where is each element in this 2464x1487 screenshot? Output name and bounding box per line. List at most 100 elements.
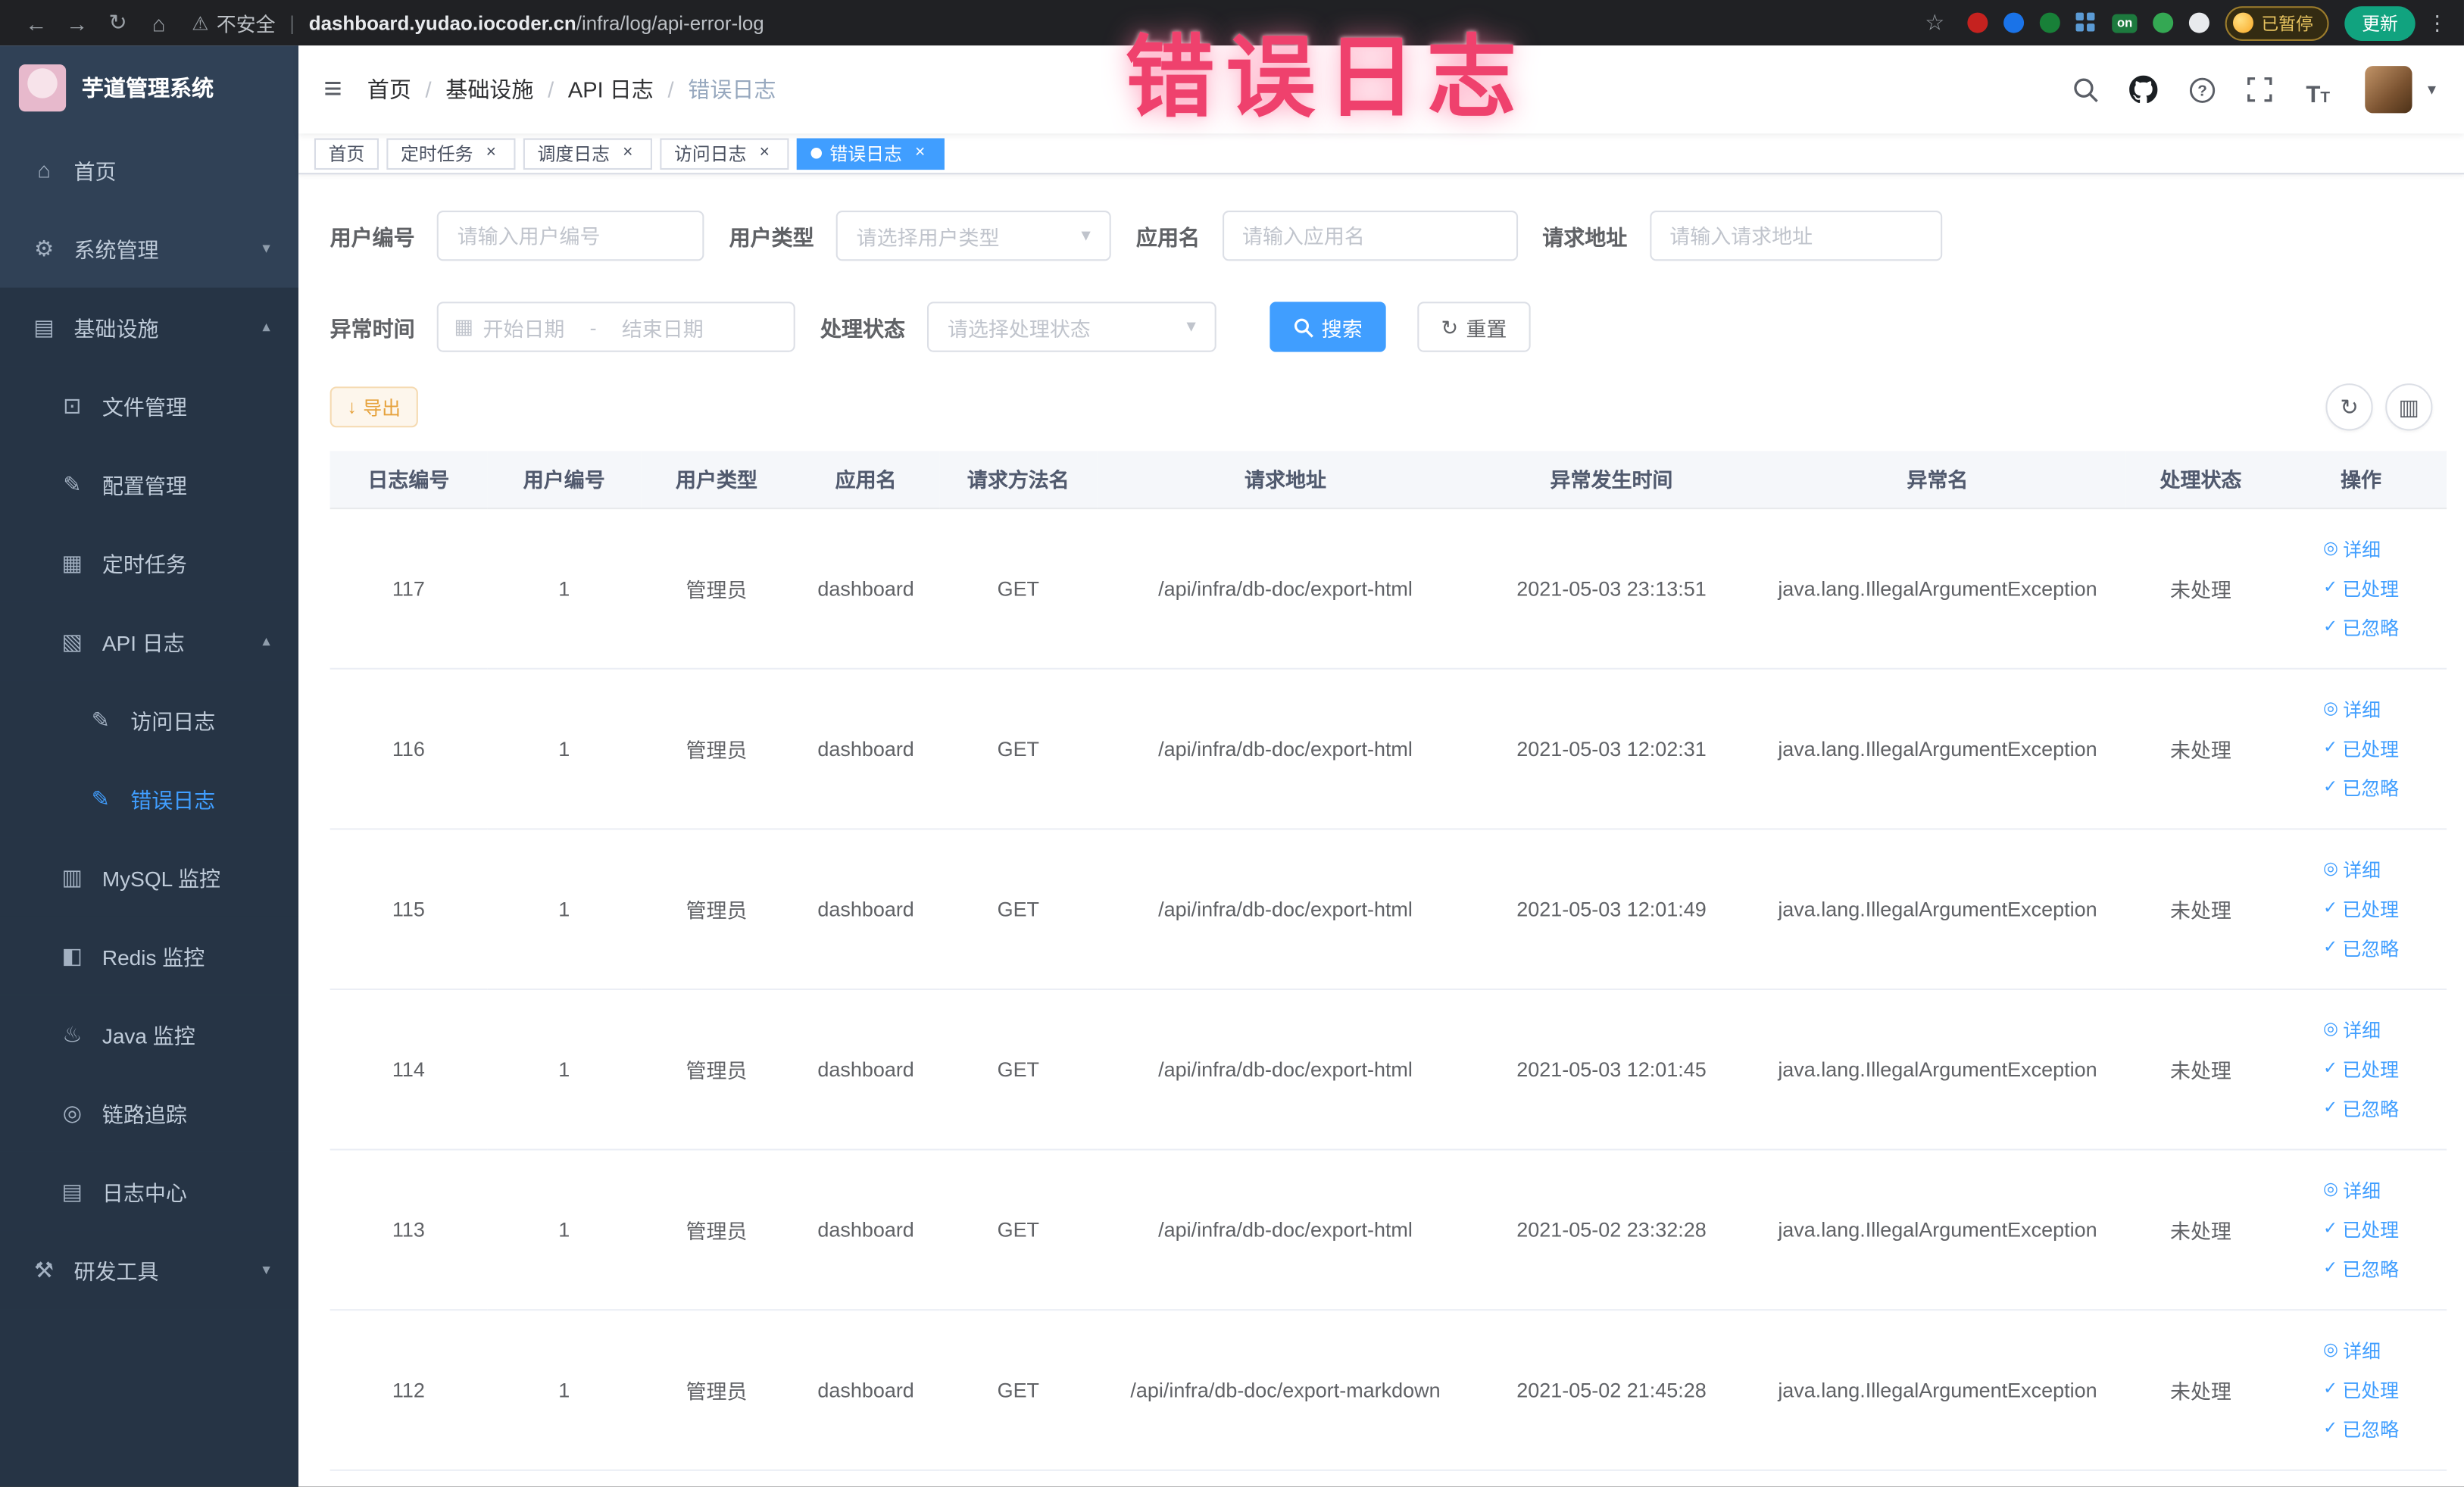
hamburger-icon[interactable]: ≡ <box>323 74 342 105</box>
sidebar-item-log-center[interactable]: ▤ 日志中心 <box>0 1151 299 1231</box>
app-name-input[interactable] <box>1222 210 1518 261</box>
action-ignored-link[interactable]: ✓ 已忽略 <box>2323 1089 2399 1128</box>
tag-item[interactable]: 定时任务 × <box>386 137 516 170</box>
close-icon[interactable]: × <box>910 143 930 164</box>
bookmark-star-icon[interactable]: ☆ <box>1914 9 1955 36</box>
action-processed-link[interactable]: ✓ 已处理 <box>2323 568 2399 608</box>
cell-user_type: 管理员 <box>641 508 792 669</box>
extension-icon-1[interactable] <box>1967 12 1988 33</box>
close-icon[interactable]: × <box>481 143 501 164</box>
sidebar-item-dev-tools[interactable]: ⚒ 研发工具 ▾ <box>0 1230 299 1310</box>
sidebar-item-config-management[interactable]: ✎ 配置管理 <box>0 445 299 523</box>
close-icon[interactable]: × <box>754 143 775 164</box>
sidebar-item-home[interactable]: ⌂ 首页 <box>0 130 298 209</box>
chevron-down-icon: ▾ <box>262 1261 270 1279</box>
font-size-icon[interactable]: TT <box>2300 72 2335 107</box>
extension-icon-3[interactable] <box>2040 12 2061 33</box>
extension-icon-4[interactable] <box>2076 12 2097 33</box>
user-id-input[interactable] <box>436 210 704 261</box>
search-icon <box>1294 317 1313 337</box>
request-url-input[interactable] <box>1649 210 1942 261</box>
action-detail-link[interactable]: ◎ 详细 <box>2323 1330 2381 1370</box>
help-icon[interactable]: ? <box>2184 72 2219 107</box>
close-icon[interactable]: × <box>617 143 638 164</box>
sidebar-item-redis-monitor[interactable]: ◧ Redis 监控 <box>0 916 299 995</box>
search-icon[interactable] <box>2068 72 2103 107</box>
refresh-button[interactable]: ↻ <box>2325 383 2373 431</box>
sidebar-item-mysql-monitor[interactable]: ▥ MySQL 监控 <box>0 837 299 917</box>
cell-app: dashboard <box>792 1309 940 1470</box>
cell-id: 117 <box>329 508 488 669</box>
download-icon: ↓ <box>347 395 357 418</box>
chrome-update-button[interactable]: 更新 <box>2344 5 2416 40</box>
browser-home-icon[interactable]: ⌂ <box>139 10 180 35</box>
extension-icon-2[interactable] <box>2003 12 2025 33</box>
navbar: ≡ 首页 / 基础设施 / API 日志 / 错误日志 ? T T ▼ <box>298 45 2464 134</box>
breadcrumb-home[interactable]: 首页 <box>367 74 411 105</box>
filter-user-type: 用户类型 请选择用户类型 ▼ <box>729 210 1111 261</box>
action-ignored-link[interactable]: ✓ 已忽略 <box>2323 1248 2399 1288</box>
paused-extension-badge[interactable]: 已暂停 <box>2225 5 2329 40</box>
tag-item[interactable]: 错误日志 × <box>796 137 945 170</box>
sidebar-item-error-log[interactable]: ✎ 错误日志 <box>0 759 299 838</box>
action-processed-link[interactable]: ✓ 已处理 <box>2323 1049 2399 1089</box>
sidebar-item-infrastructure[interactable]: ▤ 基础设施 ▴ <box>0 287 299 367</box>
reload-icon[interactable]: ↻ <box>98 9 139 36</box>
action-detail-link[interactable]: ◎ 详细 <box>2323 1010 2381 1049</box>
sidebar-item-api-log[interactable]: ▧ API 日志 ▴ <box>0 601 299 681</box>
reset-button[interactable]: ↻ 重置 <box>1417 301 1531 352</box>
action-label: 详细 <box>2343 1179 2381 1202</box>
export-button[interactable]: ↓ 导出 <box>329 386 418 428</box>
column-settings-button[interactable]: ▥ <box>2385 383 2433 431</box>
cell-exception: java.lang.IllegalArgumentException <box>1749 828 2126 989</box>
action-detail-link[interactable]: ◎ 详细 <box>2323 689 2381 729</box>
cell-user_id: 1 <box>487 508 642 669</box>
action-processed-link[interactable]: ✓ 已处理 <box>2323 889 2399 928</box>
forward-icon[interactable]: → <box>57 10 98 35</box>
logo[interactable]: 芋道管理系统 <box>0 45 298 130</box>
extension-on-badge[interactable]: on <box>2112 13 2138 33</box>
sidebar-item-scheduled-tasks[interactable]: ▦ 定时任务 <box>0 523 299 602</box>
action-ignored-link[interactable]: ✓ 已忽略 <box>2323 767 2399 807</box>
sidebar-item-label: 配置管理 <box>101 474 187 498</box>
browser-extensions: on <box>1967 12 2209 33</box>
tag-item[interactable]: 首页 <box>314 137 379 170</box>
action-ignored-link[interactable]: ✓ 已忽略 <box>2323 928 2399 967</box>
action-ignored-link[interactable]: ✓ 已忽略 <box>2323 1409 2399 1448</box>
warning-icon: ⚠ <box>192 11 209 34</box>
address-bar[interactable]: ⚠ 不安全 | dashboard.yudao.iocoder.cn /infr… <box>192 8 1914 37</box>
sidebar-item-label: 定时任务 <box>101 553 187 577</box>
cell-user_id: 1 <box>487 1148 642 1310</box>
column-header: 请求地址 <box>1097 451 1474 509</box>
user-menu[interactable]: ▼ <box>2365 66 2439 114</box>
tag-item[interactable]: 调度日志 × <box>523 137 652 170</box>
user-type-select[interactable]: 请选择用户类型 ▼ <box>835 210 1111 261</box>
action-detail-link[interactable]: ◎ 详细 <box>2323 529 2381 568</box>
browser-menu-icon[interactable]: ⋮ <box>2426 10 2448 35</box>
extension-icon-6[interactable] <box>2188 12 2209 33</box>
action-processed-link[interactable]: ✓ 已处理 <box>2323 1209 2399 1248</box>
sidebar-item-java-monitor[interactable]: ♨ Java 监控 <box>0 995 299 1073</box>
process-status-select[interactable]: 请选择处理状态 ▼ <box>927 301 1216 352</box>
infrastructure-icon: ▤ <box>33 313 55 339</box>
action-detail-link[interactable]: ◎ 详细 <box>2323 849 2381 889</box>
sidebar-item-access-log[interactable]: ✎ 访问日志 <box>0 680 299 760</box>
fullscreen-icon[interactable] <box>2243 72 2278 107</box>
github-icon[interactable] <box>2126 72 2161 107</box>
action-label: 已忽略 <box>2342 1257 2400 1280</box>
exception-time-range-picker[interactable]: ▦ 开始日期 - 结束日期 <box>436 301 795 352</box>
extension-icon-5[interactable] <box>2153 12 2174 33</box>
back-icon[interactable]: ← <box>16 10 57 35</box>
action-detail-link[interactable]: ◎ 详细 <box>2323 1170 2381 1210</box>
breadcrumb-api-log[interactable]: API 日志 <box>568 74 654 105</box>
cell-exception: java.lang.IllegalArgumentException <box>1749 988 2126 1150</box>
sidebar-item-system-management[interactable]: ⚙ 系统管理 ▾ <box>0 209 298 288</box>
action-processed-link[interactable]: ✓ 已处理 <box>2323 1370 2399 1409</box>
tag-item[interactable]: 访问日志 × <box>660 137 789 170</box>
action-ignored-link[interactable]: ✓ 已忽略 <box>2323 608 2399 647</box>
search-button[interactable]: 搜索 <box>1269 301 1386 352</box>
sidebar-item-link-trace[interactable]: ◎ 链路追踪 <box>0 1073 299 1152</box>
breadcrumb-infrastructure[interactable]: 基础设施 <box>445 74 533 105</box>
sidebar-item-file-management[interactable]: ⊡ 文件管理 <box>0 366 299 445</box>
action-processed-link[interactable]: ✓ 已处理 <box>2323 729 2399 768</box>
